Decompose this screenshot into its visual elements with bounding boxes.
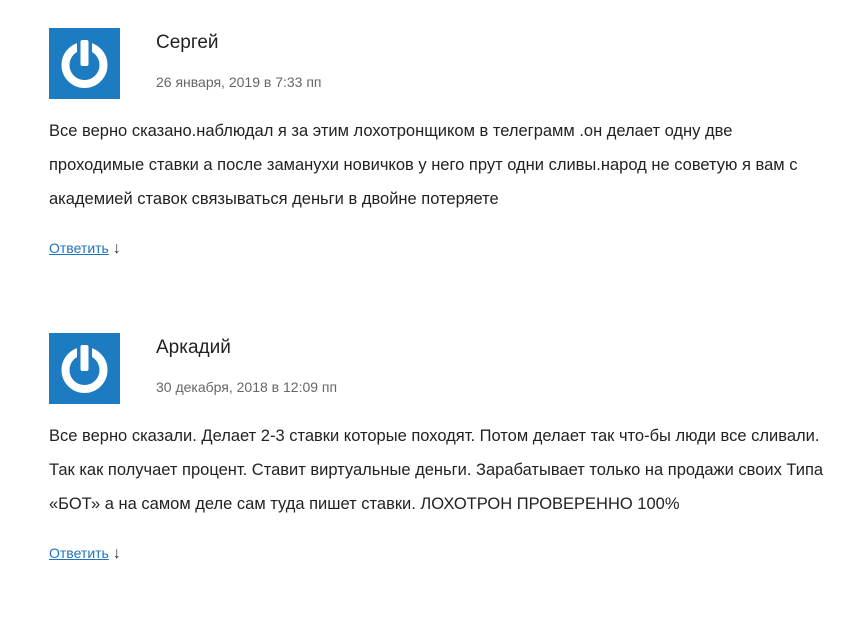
reply-link[interactable]: Ответить [49, 240, 109, 256]
reply-row: Ответить ↓ [49, 238, 829, 259]
power-icon [49, 28, 120, 99]
comment-date[interactable]: 26 января, 2019 в 7:33 пп [156, 73, 322, 91]
comment-text: Все верно сказали. Делает 2-3 ставки кот… [49, 427, 824, 513]
comment-text: Все верно сказано.наблюдал я за этим лох… [49, 122, 798, 208]
comment-author: Сергей [156, 32, 219, 53]
avatar [49, 333, 120, 404]
comment: Сергей 26 января, 2019 в 7:33 пп Все вер… [49, 28, 829, 259]
comment: Аркадий 30 декабря, 2018 в 12:09 пп Все … [49, 333, 829, 564]
arrow-down-icon: ↓ [112, 240, 121, 257]
comment-header: Аркадий 30 декабря, 2018 в 12:09 пп [49, 333, 829, 405]
reply-row: Ответить ↓ [49, 543, 829, 564]
power-icon [49, 333, 120, 404]
comment-header: Сергей 26 января, 2019 в 7:33 пп [49, 28, 829, 100]
reply-link[interactable]: Ответить [49, 545, 109, 561]
comment-author: Аркадий [156, 337, 231, 358]
avatar [49, 28, 120, 99]
arrow-down-icon: ↓ [112, 545, 121, 562]
comment-date[interactable]: 30 декабря, 2018 в 12:09 пп [156, 378, 337, 396]
